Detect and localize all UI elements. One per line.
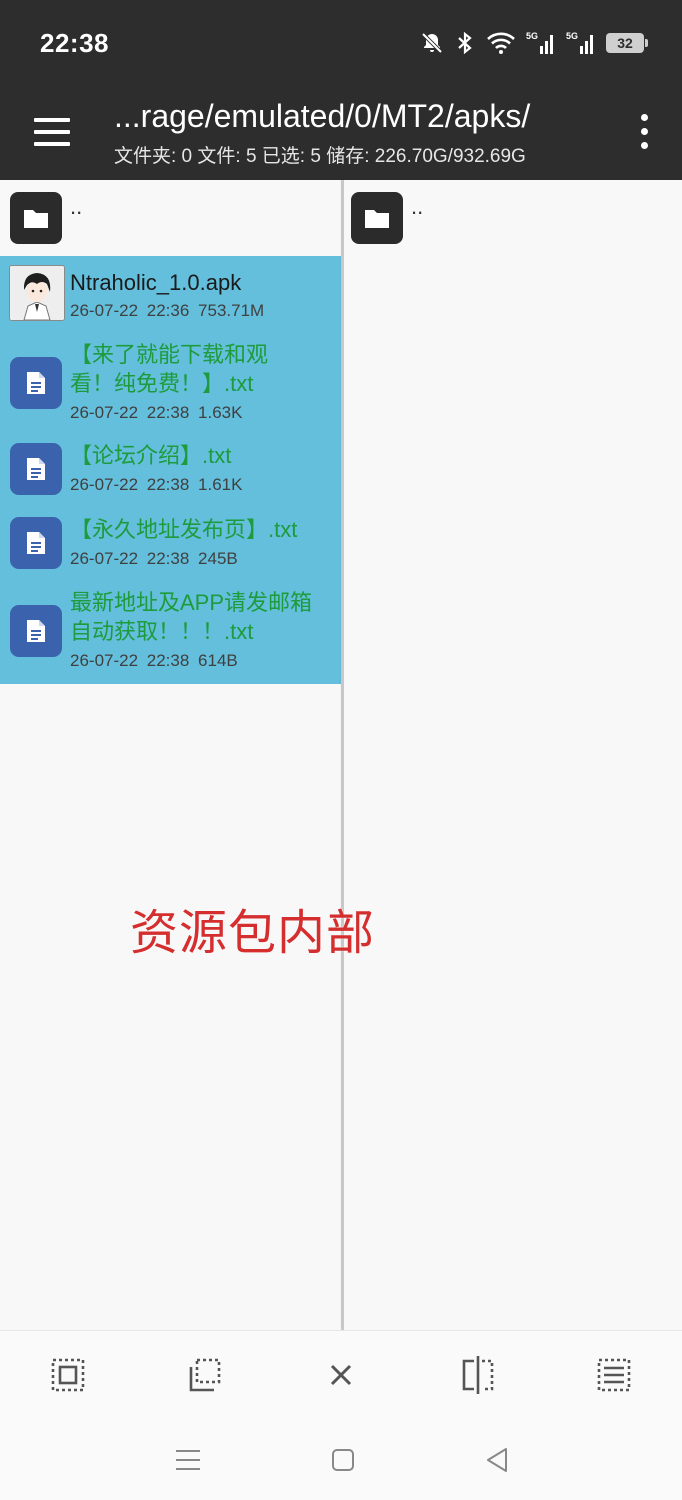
- parent-directory-row[interactable]: ..: [0, 180, 341, 256]
- status-bar: 22:38 5G 5G 32: [0, 0, 682, 88]
- file-name: 【来了就能下载和观看！纯免费！】.txt: [70, 342, 269, 396]
- hamburger-menu-icon[interactable]: [30, 110, 74, 154]
- bottom-action-bar: [0, 1330, 682, 1421]
- more-vertical-icon[interactable]: [638, 110, 650, 154]
- document-icon: [10, 517, 62, 569]
- list-item[interactable]: 【论坛介绍】.txt 26-07-22 22:38 1.61K: [0, 432, 341, 506]
- select-all-icon[interactable]: [46, 1353, 90, 1397]
- file-list: Ntraholic_1.0.apk 26-07-22 22:36 753.71M…: [0, 256, 341, 684]
- file-name: 【永久地址发布页】.txt: [70, 517, 298, 542]
- split-view-icon[interactable]: [456, 1353, 500, 1397]
- parent-directory-label: ..: [411, 194, 424, 219]
- list-item[interactable]: 最新地址及APP请发邮箱自动获取！！！.txt 26-07-22 22:38 6…: [0, 580, 341, 684]
- list-item[interactable]: 【永久地址发布页】.txt 26-07-22 22:38 245B: [0, 506, 341, 580]
- current-path: ...rage/emulated/0/MT2/apks/: [114, 98, 531, 134]
- overlay-annotation: 资源包内部: [130, 905, 376, 961]
- apk-thumbnail: [9, 265, 65, 321]
- parent-directory-label: ..: [70, 194, 83, 219]
- app-toolbar: ...rage/emulated/0/MT2/apks/ 文件夹: 0 文件: …: [0, 88, 682, 180]
- status-time: 22:38: [40, 28, 109, 58]
- document-icon: [10, 605, 62, 657]
- directory-summary: 文件夹: 0 文件: 5 已选: 5 储存: 226.70G/932.69G: [114, 146, 526, 167]
- recents-icon[interactable]: [170, 1444, 206, 1476]
- folder-icon: [351, 192, 403, 244]
- home-icon[interactable]: [325, 1444, 361, 1476]
- status-icons: 5G 5G 32: [420, 30, 648, 56]
- left-file-pane: .. Ntraholic_1.0.apk 26-07-22 22:36 753.…: [0, 180, 341, 1330]
- bluetooth-icon: [454, 31, 476, 55]
- list-item[interactable]: Ntraholic_1.0.apk 26-07-22 22:36 753.71M: [0, 256, 341, 330]
- signal-5g-icon: 5G: [566, 30, 596, 56]
- right-file-pane: ..: [344, 180, 682, 1330]
- svg-text:5G: 5G: [526, 31, 538, 41]
- close-icon[interactable]: [319, 1353, 363, 1397]
- wifi-icon: [486, 31, 516, 55]
- file-meta: 26-07-22 22:38 1.61K: [70, 475, 243, 494]
- parent-directory-row[interactable]: ..: [344, 180, 682, 256]
- document-icon: [10, 443, 62, 495]
- svg-text:5G: 5G: [566, 31, 578, 41]
- list-select-icon[interactable]: [592, 1353, 636, 1397]
- list-item[interactable]: 【来了就能下载和观看！纯免费！】.txt 26-07-22 22:38 1.63…: [0, 330, 341, 432]
- signal-5g-icon: 5G: [526, 30, 556, 56]
- file-meta: 26-07-22 22:36 753.71M: [70, 301, 265, 320]
- file-name: Ntraholic_1.0.apk: [70, 270, 242, 295]
- back-icon[interactable]: [479, 1444, 515, 1476]
- select-copy-icon[interactable]: [182, 1353, 226, 1397]
- system-nav-bar: [0, 1420, 682, 1500]
- folder-icon: [10, 192, 62, 244]
- file-name: 【论坛介绍】.txt: [70, 443, 232, 468]
- bell-off-icon: [420, 31, 444, 55]
- file-meta: 26-07-22 22:38 245B: [70, 549, 238, 568]
- file-meta: 26-07-22 22:38 614B: [70, 651, 238, 670]
- file-meta: 26-07-22 22:38 1.63K: [70, 403, 243, 422]
- file-name: 最新地址及APP请发邮箱自动获取！！！.txt: [70, 590, 313, 644]
- battery-icon: 32: [606, 33, 648, 53]
- document-icon: [10, 357, 62, 409]
